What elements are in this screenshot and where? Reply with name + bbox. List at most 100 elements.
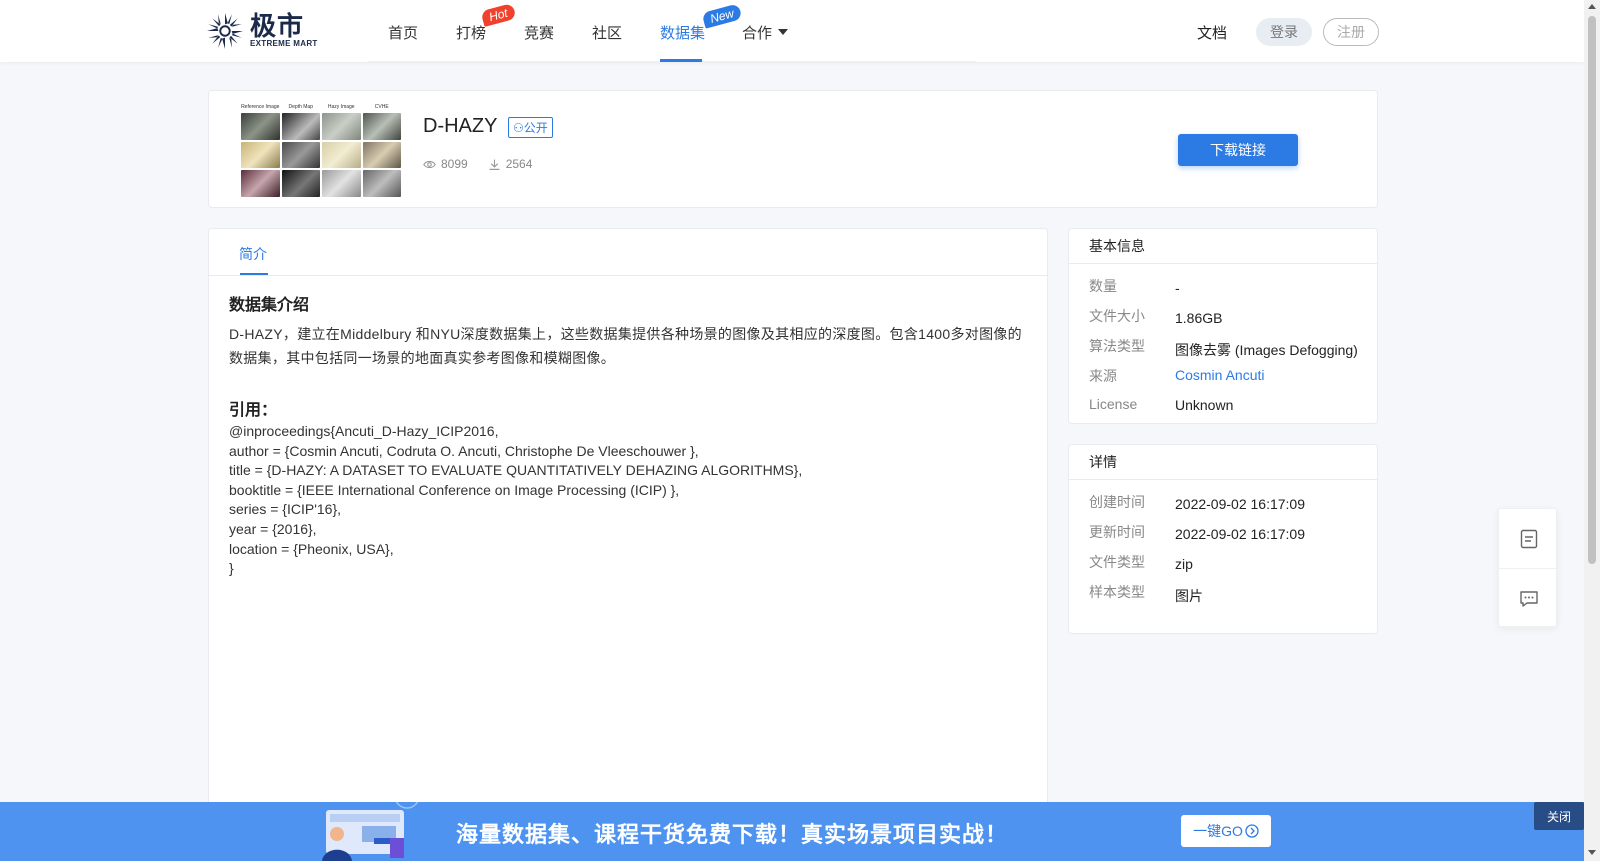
thumbnail-tile (241, 170, 280, 197)
info-row: 数量 - (1069, 272, 1377, 302)
intro-text: D-HAZY，建立在Middelbury 和NYU深度数据集上，这些数据集提供各… (229, 326, 1022, 366)
downloads-count: 2564 (505, 157, 533, 171)
info-value: 图像去雾 (Images Defogging) (1175, 342, 1358, 358)
go-label: 一键GO (1193, 823, 1243, 839)
public-icon: ⚇ (513, 121, 524, 135)
detail-value: 2022-09-02 16:17:09 (1175, 526, 1305, 542)
docs-link[interactable]: 文档 (1197, 22, 1227, 43)
intro-panel: 简介 数据集介绍 D-HAZY，建立在Middelbury 和NYU深度数据集上… (208, 228, 1048, 861)
info-key: 数量 (1089, 278, 1117, 294)
citation-heading: 引用： (229, 402, 278, 419)
eye-icon (423, 160, 436, 168)
floating-toolbar (1498, 508, 1558, 628)
notes-button[interactable] (1499, 509, 1558, 568)
detail-key: 更新时间 (1089, 524, 1145, 540)
info-key: License (1089, 396, 1138, 412)
info-row: 算法类型 图像去雾 (Images Defogging) (1069, 332, 1377, 362)
thumbnail-tile (241, 141, 280, 169)
site-logo[interactable]: 极市 EXTREME MART (206, 12, 318, 50)
detail-value: 图片 (1175, 588, 1203, 604)
thumbnail-caption: Reference Image (241, 104, 280, 110)
citation-line: @inproceedings{Ancuti_D-Hazy_ICIP2016, (229, 423, 499, 439)
tab-bar: 简介 (209, 229, 1047, 276)
info-row: 来源 Cosmin Ancuti (1069, 362, 1377, 392)
detail-key: 样本类型 (1089, 584, 1145, 600)
scroll-down-arrow-icon[interactable] (1588, 850, 1596, 855)
thumbnail-caption: CVHE (374, 104, 389, 110)
download-icon (489, 159, 500, 170)
dataset-thumbnail: Reference Image Depth Map Hazy Image CVH… (241, 103, 401, 197)
caret-down-icon (778, 29, 789, 35)
register-button[interactable]: 注册 (1323, 18, 1379, 46)
detail-key: 文件类型 (1089, 554, 1145, 570)
nav-cooperation-label: 合作 (742, 25, 773, 42)
info-key: 文件大小 (1089, 308, 1145, 324)
info-key: 算法类型 (1089, 338, 1145, 354)
basic-info-title: 基本信息 (1069, 229, 1377, 264)
detail-row: 文件类型 zip (1069, 548, 1377, 578)
thumbnail-tile (241, 113, 280, 140)
logo-text-en: EXTREME MART (250, 39, 318, 48)
info-row: 文件大小 1.86GB (1069, 302, 1377, 332)
detail-row: 样本类型 图片 (1069, 578, 1377, 608)
nav-home[interactable]: 首页 (388, 22, 418, 43)
citation-line: year = {2016}, (229, 520, 317, 537)
download-link-button[interactable]: 下载链接 (1178, 134, 1298, 166)
thumbnail-tile (322, 113, 361, 140)
nav-datasets[interactable]: 数据集 (660, 22, 705, 43)
new-badge: New (701, 3, 743, 29)
arrow-circle-icon (1245, 824, 1259, 838)
citation-line: author = {Cosmin Ancuti, Codruta O. Ancu… (229, 442, 699, 459)
tab-intro[interactable]: 简介 (239, 244, 267, 264)
detail-value: 2022-09-02 16:17:09 (1175, 496, 1305, 512)
banner-illustration (322, 802, 419, 861)
intro-content: 数据集介绍 D-HAZY，建立在Middelbury 和NYU深度数据集上，这些… (229, 291, 1029, 579)
basic-info-panel: 基本信息 数量 - 文件大小 1.86GB 算法类型 图像去雾 (Images … (1068, 228, 1378, 424)
page-scrollbar[interactable] (1584, 0, 1600, 861)
visibility-tag: ⚇公开 (508, 117, 553, 138)
detail-key: 创建时间 (1089, 494, 1145, 510)
thumbnail-caption: Hazy Image (327, 104, 355, 110)
citation-line: } (229, 560, 234, 577)
thumbnail-tile (322, 170, 361, 197)
tab-active-indicator (240, 273, 268, 275)
citation-line: series = {ICIP'16}, (229, 501, 342, 518)
citation-line: location = {Pheonix, USA}, (229, 540, 394, 557)
thumbnail-tile (362, 141, 401, 169)
info-row: License Unknown (1069, 392, 1377, 422)
nav-leaderboard[interactable]: 打榜 (456, 22, 486, 43)
document-icon (1520, 529, 1537, 548)
top-header: 极市 EXTREME MART 首页 打榜 Hot 竞赛 社区 数据集 New … (0, 0, 1584, 62)
thumbnail-tile (281, 170, 320, 197)
logo-text-cn: 极市 (250, 11, 305, 41)
details-title: 详情 (1069, 445, 1377, 480)
banner-text: 海量数据集、课程干货免费下载！真实场景项目实战！ (456, 822, 1009, 847)
scroll-up-arrow-icon[interactable] (1588, 4, 1596, 9)
info-value: 1.86GB (1175, 310, 1223, 326)
dataset-stats: 8099 2564 (423, 157, 552, 171)
intro-heading: 数据集介绍 (229, 297, 310, 314)
info-value: Unknown (1175, 397, 1234, 413)
promo-banner: 海量数据集、课程干货免费下载！真实场景项目实战！ 一键GO (0, 802, 1584, 861)
dataset-summary-card: Reference Image Depth Map Hazy Image CVH… (208, 90, 1378, 208)
detail-row: 创建时间 2022-09-02 16:17:09 (1069, 488, 1377, 518)
nav-community[interactable]: 社区 (592, 22, 622, 43)
banner-close-button[interactable]: 关闭 (1534, 802, 1584, 830)
logo-mark-icon (206, 12, 244, 50)
scroll-thumb[interactable] (1588, 16, 1596, 564)
login-button[interactable]: 登录 (1256, 18, 1312, 46)
feedback-button[interactable] (1499, 569, 1558, 628)
details-panel: 详情 创建时间 2022-09-02 16:17:09 更新时间 2022-09… (1068, 444, 1378, 634)
thumbnail-tile (322, 141, 361, 169)
info-value: - (1175, 280, 1180, 296)
chat-icon (1519, 590, 1538, 607)
thumbnail-tile (362, 170, 401, 197)
nav-active-indicator (660, 59, 702, 62)
source-link[interactable]: Cosmin Ancuti (1175, 367, 1264, 383)
thumbnail-caption: Depth Map (288, 104, 313, 110)
views-count: 8099 (441, 157, 468, 171)
views-stat: 8099 (423, 157, 468, 171)
nav-competition[interactable]: 竞赛 (524, 22, 554, 43)
go-button[interactable]: 一键GO (1181, 815, 1271, 847)
nav-cooperation[interactable]: 合作 (742, 22, 789, 43)
